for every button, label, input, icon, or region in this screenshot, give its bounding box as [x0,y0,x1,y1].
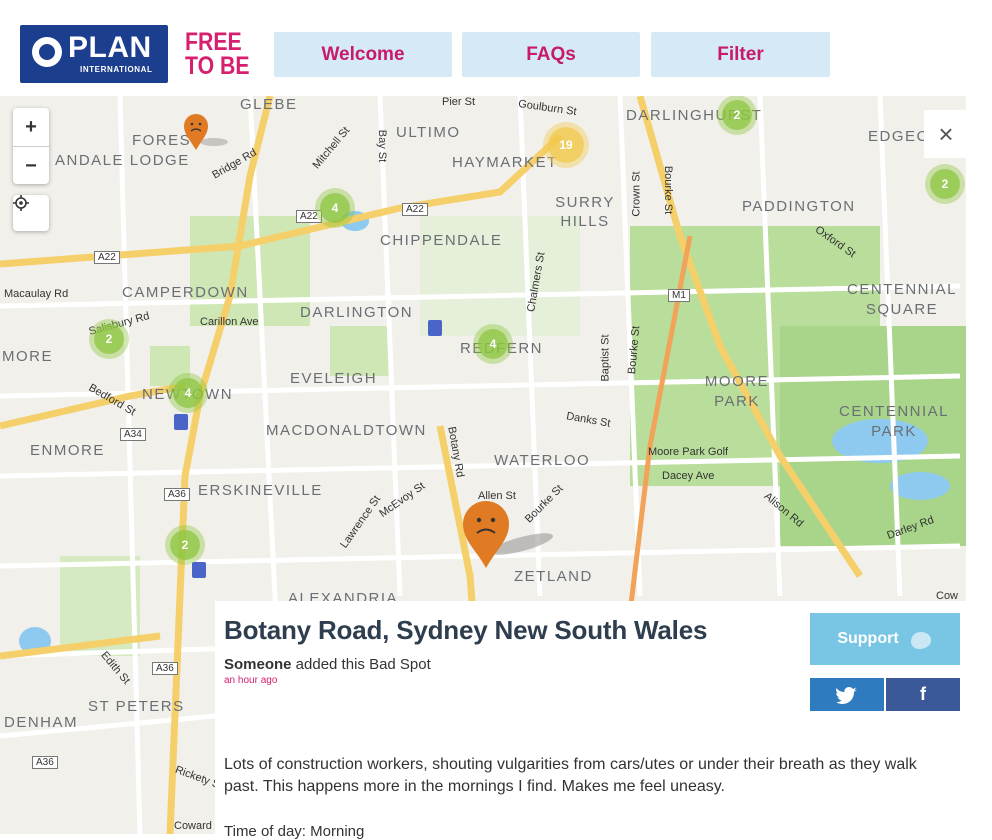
suburb-label: CENTENNIAL PARK [838,403,950,440]
suburb-label: MORE [2,348,53,365]
logo-free-line1: FREE [185,28,242,56]
spot-cluster[interactable]: 2 [94,324,124,354]
facebook-share-button[interactable]: f [886,678,960,711]
support-label: Support [837,630,899,647]
suburb-label: CAMPERDOWN [122,284,249,301]
road-badge: A22 [402,203,428,216]
bad-spot-marker-icon[interactable] [460,500,560,570]
nav-faqs-button[interactable]: FAQs [462,32,640,77]
plan-international-logo[interactable]: PLAN INTERNATIONAL [20,25,168,83]
crosshair-icon [13,195,29,211]
suburb-label: ENMORE [30,442,105,459]
twitter-icon [836,686,857,704]
street-label: Bourke St [662,165,675,215]
spot-cluster[interactable]: 2 [170,530,200,560]
suburb-label: ERSKINEVILLE [198,482,323,499]
zoom-in-button[interactable]: + [13,108,49,146]
spot-time-of-day: Time of day: Morning [224,823,365,840]
road-badge: A34 [120,428,146,441]
road-badge: A22 [94,251,120,264]
suburb-label: ULTIMO [396,124,461,141]
suburb-label: HAYMARKET [452,154,558,171]
suburb-label: DARLINGTON [300,304,414,321]
logo-plan-text: PLAN [68,31,152,64]
hand-icon [910,632,931,649]
suburb-label: DENHAM [4,714,79,731]
spot-cluster[interactable]: 19 [548,127,584,163]
spot-timestamp: an hour ago [224,675,278,686]
spot-author: Someone [224,656,292,673]
spot-detail-panel: Botany Road, Sydney New South Wales Some… [215,601,978,840]
train-station-icon [428,320,442,336]
zoom-control: + − [13,108,49,184]
twitter-share-button[interactable] [810,678,884,711]
street-label: Dacey Ave [662,470,715,482]
train-station-icon [192,562,206,578]
suburb-label: SURRY HILLS [555,194,615,230]
spot-description: Lots of construction workers, shouting v… [224,756,917,795]
road-badge: A36 [152,662,178,675]
spot-cluster[interactable]: 4 [320,193,350,223]
bad-spot-marker-icon[interactable] [180,112,230,152]
street-label: Carillon Ave [200,316,259,328]
street-label: Pier St [442,96,476,108]
zoom-out-button[interactable]: − [13,147,49,185]
road-badge: A22 [296,210,322,223]
logo-free-line2: TO BE [185,52,250,80]
suburb-label: CENTENNIAL SQUARE [846,281,958,318]
suburb-label: GLEBE [240,96,298,113]
plan-logo-mark [32,37,62,67]
street-label: Moore Park Golf [648,446,729,458]
site-header: PLAN INTERNATIONAL FREE TO BE Welcome FA… [0,0,992,96]
suburb-label: MOORE PARK [704,373,770,410]
suburb-label: ZETLAND [514,568,593,585]
road-badge: M1 [668,289,690,302]
spot-action: added this Bad Spot [291,656,431,673]
suburb-label: MACDONALDTOWN [266,422,427,439]
suburb-label: PADDINGTON [742,198,856,215]
locate-me-button[interactable] [13,195,49,231]
support-button[interactable]: Support [810,613,960,665]
street-label: Bay St [376,129,389,163]
nav-welcome-button[interactable]: Welcome [274,32,452,77]
suburb-label: CHIPPENDALE [380,232,503,249]
close-icon[interactable]: × [924,110,968,158]
spot-cluster[interactable]: 2 [722,100,752,130]
suburb-label: ANDALE LODGE [55,152,190,169]
spot-byline: Someone added this Bad Spot [224,656,431,673]
spot-cluster[interactable]: 4 [173,378,203,408]
suburb-label: WATERLOO [494,452,591,469]
road-badge: A36 [164,488,190,501]
street-label: Macaulay Rd [4,288,69,300]
road-badge: A36 [32,756,58,769]
logo-intl-text: INTERNATIONAL [80,65,153,74]
free-to-be-logo[interactable]: FREE TO BE [185,28,250,80]
street-label: Baptist St [599,334,612,382]
spot-cluster[interactable]: 4 [478,329,508,359]
suburb-label: ST PETERS [88,698,185,715]
street-label: Crown St [630,171,643,217]
nav-filter-button[interactable]: Filter [651,32,830,77]
train-station-icon [174,414,188,430]
spot-title: Botany Road, Sydney New South Wales [224,615,708,645]
spot-cluster[interactable]: 2 [930,169,960,199]
suburb-label: EVELEIGH [290,370,378,387]
